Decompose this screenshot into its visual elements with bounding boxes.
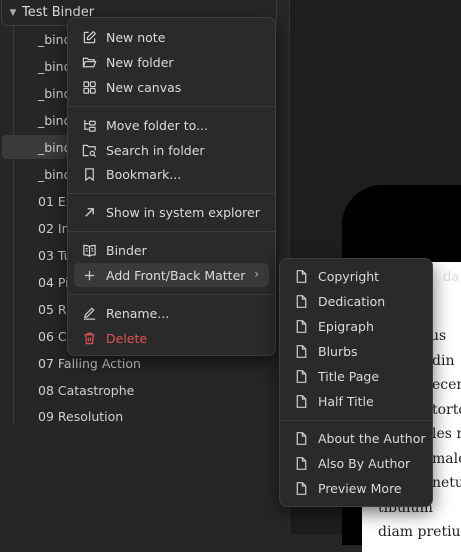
- submenu-item-title-page[interactable]: Title Page: [286, 364, 426, 388]
- folder-open-icon: [81, 54, 97, 70]
- trash-icon: [81, 330, 97, 346]
- menu-add-front-back-matter[interactable]: Add Front/Back Matter ›: [74, 263, 269, 287]
- submenu-item-half-title[interactable]: Half Title: [286, 389, 426, 413]
- menu-rename[interactable]: Rename...: [74, 301, 269, 325]
- menu-separator: [68, 106, 275, 107]
- edit-note-icon: [81, 29, 97, 45]
- menu-show-in-explorer[interactable]: Show in system explorer: [74, 200, 269, 224]
- page-text-line: netu: [432, 475, 461, 491]
- submenu-item-blurbs[interactable]: Blurbs: [286, 339, 426, 363]
- file-icon: [293, 430, 309, 446]
- tab-title[interactable]: da: [443, 270, 459, 285]
- page-text-line: din: [432, 352, 455, 369]
- menu-new-canvas[interactable]: New canvas: [74, 75, 269, 99]
- menu-delete[interactable]: Delete: [74, 326, 269, 350]
- chevron-right-icon: ›: [254, 267, 259, 281]
- submenu-item-copyright[interactable]: Copyright: [286, 264, 426, 288]
- submenu-item-preview-more[interactable]: Preview More: [286, 476, 426, 500]
- menu-label: Search in folder: [106, 142, 205, 158]
- submenu-label: Also By Author: [318, 455, 411, 471]
- menu-label: Show in system explorer: [106, 204, 260, 220]
- file-icon: [293, 293, 309, 309]
- submenu-label: Half Title: [318, 393, 374, 409]
- file-icon: [293, 368, 309, 384]
- tree-item[interactable]: 08 Catastrophe: [38, 379, 134, 403]
- file-icon: [293, 393, 309, 409]
- menu-label: Binder: [106, 242, 147, 258]
- menu-label: New folder: [106, 54, 174, 70]
- menu-search-in-folder[interactable]: Search in folder: [74, 138, 269, 162]
- tree-item[interactable]: 09 Resolution: [38, 405, 123, 429]
- submenu-label: Title Page: [318, 368, 380, 384]
- submenu-label: Blurbs: [318, 343, 358, 359]
- menu-label: Delete: [106, 330, 148, 346]
- folder-search-icon: [81, 142, 97, 158]
- file-icon: [293, 455, 309, 471]
- arrow-up-right-icon: [81, 204, 97, 220]
- bookmark-icon: [81, 166, 97, 182]
- menu-label: New canvas: [106, 79, 182, 95]
- submenu-item-epigraph[interactable]: Epigraph: [286, 314, 426, 338]
- menu-label: Add Front/Back Matter: [106, 267, 246, 283]
- page-text-line: les n: [432, 426, 461, 442]
- submenu-label: Copyright: [318, 268, 380, 284]
- tree-indent-guide: [13, 26, 14, 426]
- page-text-line: ecen: [432, 377, 461, 393]
- menu-separator: [280, 420, 432, 421]
- folder-tree-icon: [81, 117, 97, 133]
- menu-separator: [68, 294, 275, 295]
- menu-separator: [68, 193, 275, 194]
- menu-label: Bookmark...: [106, 166, 182, 182]
- context-menu: New note New folder New canvas Move fold…: [67, 17, 276, 356]
- file-icon: [293, 318, 309, 334]
- submenu-item-dedication[interactable]: Dedication: [286, 289, 426, 313]
- page-text-line: male: [432, 450, 461, 467]
- book-open-icon: [81, 242, 97, 258]
- menu-new-note[interactable]: New note: [74, 25, 269, 49]
- file-icon: [293, 480, 309, 496]
- submenu-label: About the Author: [318, 430, 426, 446]
- page-text-line: diam pretiu: [378, 524, 461, 540]
- menu-separator: [68, 231, 275, 232]
- chevron-down-icon[interactable]: ▼: [4, 8, 22, 18]
- submenu-item-about-the-author[interactable]: About the Author: [286, 426, 426, 450]
- pencil-line-icon: [81, 305, 97, 321]
- layout-grid-icon: [81, 79, 97, 95]
- submenu-item-also-by-author[interactable]: Also By Author: [286, 451, 426, 475]
- file-icon: [293, 343, 309, 359]
- front-back-matter-submenu: Copyright Dedication Epigraph Blurbs Title P…: [279, 258, 433, 507]
- menu-label: New note: [106, 29, 166, 45]
- plus-icon: [81, 267, 97, 283]
- menu-binder[interactable]: Binder: [74, 238, 269, 262]
- page-text-line: torto: [432, 401, 461, 418]
- menu-new-folder[interactable]: New folder: [74, 50, 269, 74]
- submenu-label: Epigraph: [318, 318, 374, 334]
- submenu-label: Preview More: [318, 480, 402, 496]
- submenu-label: Dedication: [318, 293, 386, 309]
- menu-bookmark[interactable]: Bookmark...: [74, 162, 269, 186]
- menu-move-folder[interactable]: Move folder to...: [74, 113, 269, 137]
- menu-label: Move folder to...: [106, 117, 209, 133]
- menu-label: Rename...: [106, 305, 170, 321]
- file-icon: [293, 268, 309, 284]
